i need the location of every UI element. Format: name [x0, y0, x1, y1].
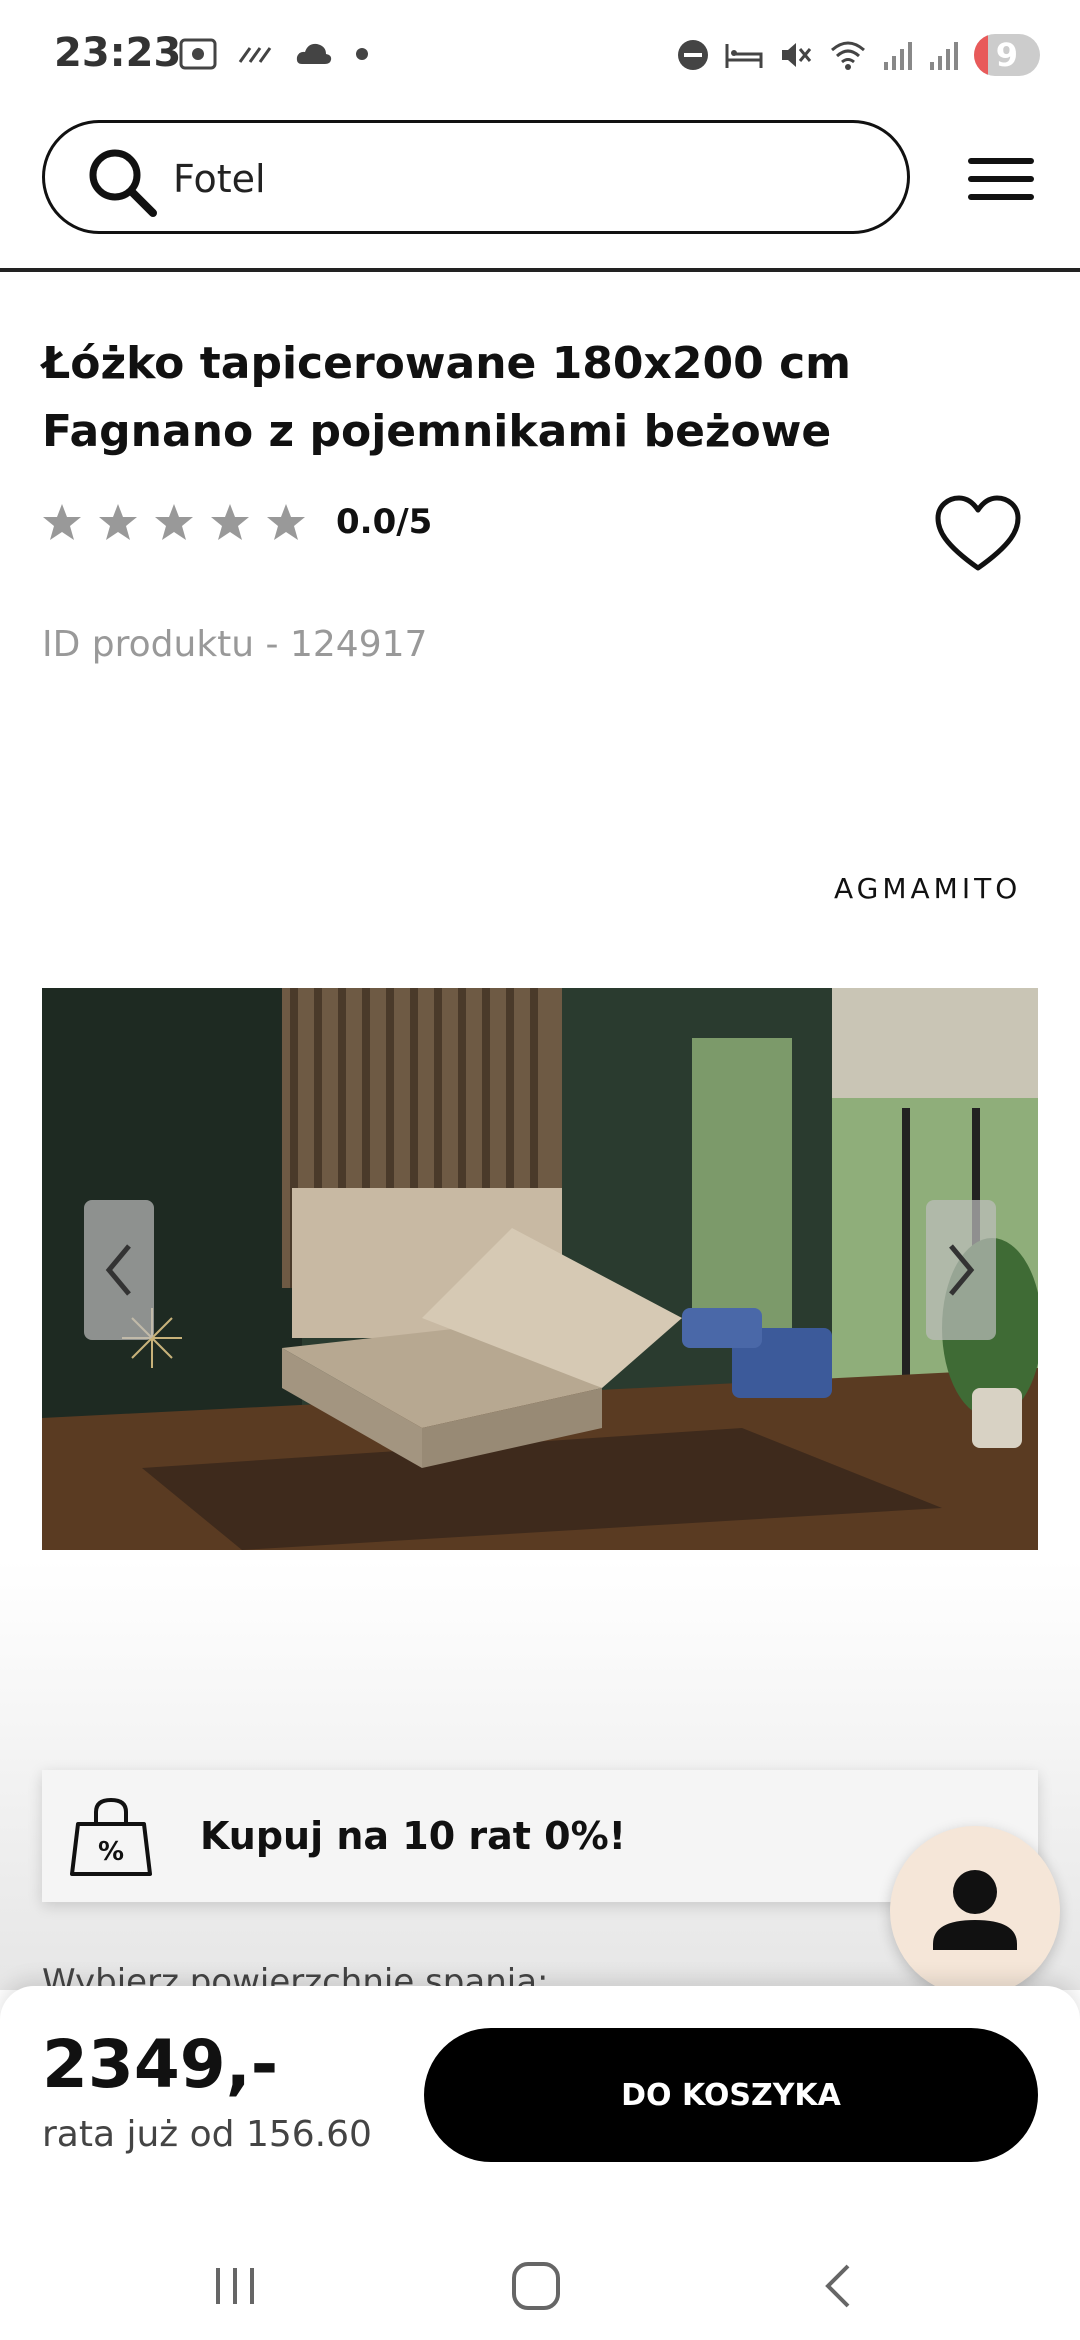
recent-apps-icon[interactable] — [210, 2258, 260, 2314]
star-icon — [155, 504, 193, 540]
brand-logo[interactable]: AGMAMITO — [834, 872, 1021, 905]
star-icon — [211, 504, 249, 540]
star-icon — [99, 504, 137, 540]
screenshot-icon — [179, 38, 217, 70]
wifi-icon — [830, 41, 865, 70]
cloud-icon — [296, 43, 332, 64]
chevron-right-icon — [949, 1244, 975, 1296]
star-icon — [43, 504, 81, 540]
header: Fotel — [0, 110, 1080, 272]
product-title: Łóżko tapicerowane 180x200 cm Fagnano z … — [42, 338, 852, 457]
purchase-bar: 2349,- rata już od 156.60 DO KOSZYKA — [0, 1986, 1080, 2236]
svg-text:%: % — [98, 1837, 124, 1867]
product-id: ID produktu - 124917 — [42, 624, 428, 665]
product-rating[interactable]: 0.0/5 — [42, 502, 432, 542]
person-icon — [933, 1870, 1017, 1950]
installments-label: Kupuj na 10 rat 0%! — [200, 1814, 626, 1858]
do-not-disturb-icon — [677, 40, 708, 70]
search-icon — [89, 149, 157, 217]
chevron-left-icon — [105, 1244, 131, 1296]
product-image-gallery[interactable] — [42, 988, 1038, 1550]
installments-banner[interactable]: % Kupuj na 10 rat 0%! — [42, 1770, 1038, 1902]
star-icon — [267, 504, 305, 540]
status-left-icons — [178, 36, 372, 72]
signal-lines-icon — [238, 47, 272, 63]
battery-indicator: 9 — [973, 34, 1040, 76]
search-input[interactable]: Fotel — [42, 120, 910, 234]
status-bar: 23:23 9 — [0, 0, 1080, 110]
system-nav-bar — [0, 2236, 1080, 2340]
status-time: 23:23 — [54, 30, 182, 76]
chat-support-button[interactable] — [890, 1826, 1060, 1996]
gallery-prev-button[interactable] — [84, 1200, 154, 1340]
back-icon[interactable] — [818, 2258, 858, 2314]
bed-icon — [725, 44, 763, 68]
signal-icon — [883, 42, 912, 70]
shopping-bag-percent-icon: % — [70, 1797, 152, 1876]
add-to-cart-button[interactable]: DO KOSZYKA — [424, 2028, 1038, 2162]
installment-note: rata już od 156.60 — [42, 2114, 372, 2155]
signal-2-icon — [929, 42, 958, 70]
hamburger-menu-icon[interactable] — [966, 154, 1036, 204]
mute-icon — [781, 43, 811, 67]
product-image — [42, 988, 1038, 1550]
rating-stars — [42, 502, 306, 542]
product-price: 2349,- — [42, 2026, 279, 2103]
gallery-next-button[interactable] — [926, 1200, 996, 1340]
status-right-icons: 9 — [676, 34, 1040, 76]
search-value: Fotel — [173, 157, 266, 201]
home-icon[interactable] — [508, 2258, 564, 2314]
rating-value: 0.0/5 — [336, 502, 433, 542]
dot-icon — [356, 48, 368, 60]
heart-icon[interactable] — [934, 494, 1022, 574]
